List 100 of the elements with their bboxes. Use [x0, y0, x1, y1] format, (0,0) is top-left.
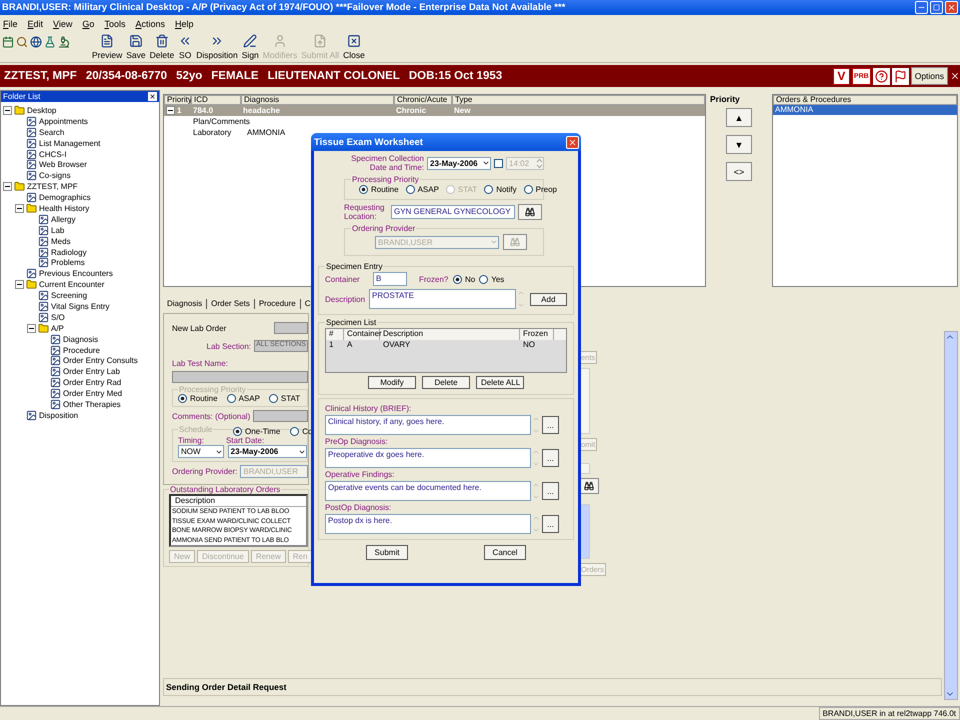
specimen-button[interactable]: Delete [422, 376, 470, 389]
radio-button[interactable]: Routine [178, 394, 218, 403]
toolbar-button[interactable]: Sign [240, 34, 261, 60]
tree-item[interactable]: Health History [39, 204, 90, 213]
tree-item[interactable]: Radiology [51, 248, 87, 257]
text-field[interactable] [253, 410, 308, 422]
priority-button[interactable]: ▼ [726, 135, 752, 154]
note-field[interactable]: Operative events can be documented here. [325, 481, 531, 501]
radio-button[interactable]: ASAP [406, 185, 439, 194]
collapse-icon[interactable] [3, 182, 12, 192]
tree-item[interactable]: Previous Encounters [39, 269, 113, 278]
tree-item[interactable]: Order Entry Consults [63, 356, 138, 366]
description-field[interactable]: PROSTATE [369, 289, 516, 309]
close-icon[interactable] [950, 71, 960, 81]
menu-item[interactable]: Help [174, 18, 194, 28]
column-header[interactable]: Orders & Procedures [773, 95, 957, 105]
more-button[interactable]: ... [542, 416, 559, 434]
radio-button[interactable]: Yes [479, 274, 504, 284]
tab[interactable]: Order Sets [207, 299, 255, 309]
radio-button[interactable]: No [453, 274, 476, 284]
note-field[interactable]: Preoperative dx goes here. [325, 448, 531, 468]
flag-button[interactable] [892, 68, 909, 84]
column-header[interactable]: Chronic/Acute [394, 95, 452, 105]
radio-button[interactable]: ASAP [226, 394, 260, 403]
tree-item[interactable]: Appointments [39, 116, 88, 126]
scrollbar[interactable] [532, 448, 541, 468]
tree-item[interactable]: Desktop [27, 106, 56, 115]
more-button[interactable]: ... [542, 449, 559, 467]
tab[interactable]: Procedure [254, 299, 301, 309]
tree-item[interactable]: Disposition [39, 410, 78, 420]
toolbar-button[interactable]: SO [176, 34, 194, 60]
search-icon[interactable] [16, 36, 28, 48]
collapse-icon[interactable] [15, 280, 24, 290]
toolbar-button[interactable]: Save [124, 34, 148, 60]
column-header[interactable]: Frozen [520, 329, 554, 340]
search-button[interactable] [518, 204, 542, 220]
tree-item[interactable]: Lab [51, 226, 64, 235]
tab[interactable]: Diagnosis [163, 299, 208, 309]
tree-item[interactable]: Order Entry Rad [63, 378, 122, 388]
toolbar-button[interactable]: Close [341, 34, 367, 60]
tree-item[interactable]: Vital Signs Entry [51, 302, 110, 311]
close-button[interactable] [148, 92, 157, 101]
tree-item[interactable]: Co-signs [39, 171, 71, 180]
note-field[interactable]: Postop dx is here. [325, 514, 531, 534]
minimize-button[interactable] [915, 1, 928, 14]
scrollbar[interactable] [532, 415, 541, 435]
scrollbar[interactable] [532, 514, 541, 534]
collapse-icon[interactable] [27, 324, 36, 333]
microscope-icon[interactable] [58, 36, 70, 48]
date-select[interactable]: 23-May-2006 [228, 445, 307, 458]
specimen-button[interactable]: Modify [368, 376, 416, 389]
tree-item[interactable]: Problems [51, 258, 85, 268]
collapse-icon[interactable] [3, 106, 12, 115]
collapse-icon[interactable] [15, 204, 24, 213]
container-field[interactable]: B [373, 272, 407, 286]
tree-item[interactable]: Diagnosis [63, 334, 98, 344]
options-button[interactable]: Options [910, 67, 948, 85]
menu-item[interactable]: Tools [104, 18, 126, 28]
dialog-button[interactable]: Cancel [484, 545, 526, 560]
search-button[interactable] [579, 478, 599, 494]
radio-button[interactable]: Routine [359, 185, 399, 194]
timing-select[interactable]: NOW [178, 445, 224, 458]
radio-button[interactable]: STAT [268, 394, 300, 403]
tree-item[interactable]: Current Encounter [39, 280, 104, 290]
tree-item[interactable]: S/O [51, 312, 65, 322]
radio-button[interactable]: Preop [524, 185, 557, 194]
more-button[interactable]: ... [542, 482, 559, 500]
tree-item[interactable]: Meds [51, 236, 71, 246]
column-header[interactable]: ICD [191, 95, 241, 105]
maximize-button[interactable] [930, 1, 943, 14]
collapse-icon[interactable] [166, 106, 175, 115]
priority-button[interactable]: <> [726, 162, 752, 181]
tree-item[interactable]: Order Entry Med [63, 389, 122, 398]
menu-item[interactable]: View [53, 18, 72, 28]
priority-button[interactable]: ▲ [726, 108, 752, 127]
tree-item[interactable]: CHCS-I [39, 150, 67, 158]
more-button[interactable]: ... [542, 515, 559, 533]
column-header[interactable]: Priority [164, 95, 191, 105]
flask-icon[interactable] [44, 36, 56, 48]
toolbar-button[interactable]: Delete [148, 34, 176, 60]
location-field[interactable]: GYN GENERAL GYNECOLOGY [391, 205, 515, 219]
note-field[interactable]: Clinical history, if any, goes here. [325, 415, 531, 435]
menu-item[interactable]: Actions [135, 18, 165, 28]
date-select[interactable]: 23-May-2006 [427, 156, 491, 170]
tree-item[interactable]: Allergy [51, 214, 76, 224]
scrollbar[interactable] [944, 331, 958, 700]
column-header[interactable]: Container [344, 329, 380, 340]
tree-item[interactable]: List Management [39, 138, 100, 148]
tree-item[interactable]: Search [39, 128, 64, 137]
menu-item[interactable]: File [3, 18, 18, 28]
column-header[interactable]: Description [380, 329, 520, 340]
menu-item[interactable]: Go [82, 18, 94, 28]
tree-item[interactable]: Other Therapies [63, 400, 121, 409]
tree-item[interactable]: Screening [51, 291, 88, 300]
tree-item[interactable]: A/P [51, 324, 64, 333]
radio-button[interactable]: Notify [484, 185, 517, 194]
text-field[interactable] [274, 322, 308, 334]
specimen-button[interactable]: Delete ALL [476, 376, 524, 389]
globe-icon[interactable] [30, 36, 42, 48]
checkbox[interactable] [494, 158, 503, 168]
